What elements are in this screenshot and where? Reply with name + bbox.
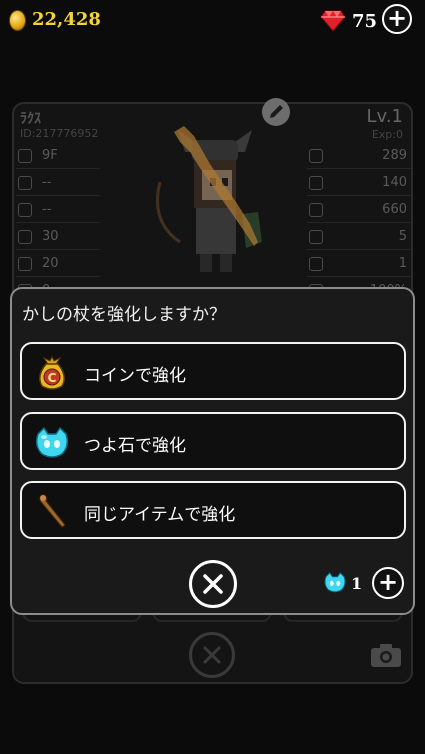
dialog-title: かしの杖を強化しますか？ xyxy=(22,305,226,325)
background-close-button xyxy=(189,632,235,678)
shield-icon xyxy=(309,203,323,217)
stat-luck: 1 xyxy=(307,254,411,277)
blue-stone-icon xyxy=(324,572,346,593)
enhance-with-same-item-button[interactable]: 同じアイテムで強化 xyxy=(20,481,406,539)
stat-armor: -- xyxy=(16,200,100,223)
dialog-close-button[interactable] xyxy=(189,560,237,608)
stat-count: 30 xyxy=(16,227,100,250)
floor-icon xyxy=(18,149,32,163)
close-icon xyxy=(202,645,222,665)
svg-text:C: C xyxy=(48,371,57,385)
character-name: ﾗｸｽ xyxy=(20,111,41,127)
red-gem-icon xyxy=(320,10,346,32)
top-bar: 22,428 75 + xyxy=(0,0,425,42)
gem-count: 75 xyxy=(352,11,378,32)
exp-label: Exp:0 xyxy=(371,128,403,141)
option-label-coins: コインで強化 xyxy=(84,366,186,386)
buy-stone-plus-button[interactable]: + xyxy=(372,567,404,599)
option-label-stone: つよ石で強化 xyxy=(84,436,186,456)
player-id: ID:217776952 xyxy=(20,127,99,140)
left-stats: 9F -- -- 30 20 0 xyxy=(16,146,100,308)
oak-staff-icon xyxy=(39,494,66,528)
buy-gems-plus-button[interactable]: + xyxy=(382,4,412,34)
gold-coin-icon xyxy=(9,10,26,31)
character-sprite xyxy=(156,126,262,272)
enhance-with-coins-button[interactable]: C コインで強化 xyxy=(20,342,406,400)
stone-count: 1 xyxy=(351,574,363,593)
level-label: Lv.1 xyxy=(366,106,403,127)
enhance-with-stone-button[interactable]: つよ石で強化 xyxy=(20,412,406,470)
stat-floor: 9F xyxy=(16,146,100,169)
boot-icon xyxy=(309,230,323,244)
stat-defense: 660 xyxy=(307,200,411,223)
heart-icon xyxy=(309,149,323,163)
option-label-same-item: 同じアイテムで強化 xyxy=(84,505,236,525)
stat-speed: 5 xyxy=(307,227,411,250)
stat-hp: 289 xyxy=(307,146,411,169)
stat-attack: 140 xyxy=(307,173,411,196)
fox-icon xyxy=(18,257,32,271)
stat-swords: -- xyxy=(16,173,100,196)
close-icon xyxy=(203,574,223,594)
blue-stone-icon xyxy=(35,426,69,458)
dice-icon xyxy=(309,257,323,271)
coin-bag-icon: C xyxy=(39,355,65,390)
stat-fox: 20 xyxy=(16,254,100,277)
armor-icon xyxy=(18,203,32,217)
sword-icon xyxy=(309,176,323,190)
camera-icon xyxy=(371,644,401,667)
coin-count: 22,428 xyxy=(32,9,101,30)
count-icon xyxy=(18,230,32,244)
swords-icon xyxy=(18,176,32,190)
right-stats: 289 140 660 5 1 100% xyxy=(307,146,411,308)
